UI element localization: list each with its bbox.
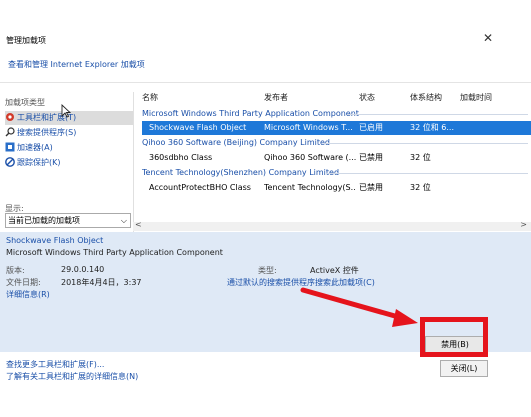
manage-addons-window: 管理加载项 ✕ 查看和管理 Internet Explorer 加载项 加载项类…	[0, 0, 531, 417]
annotation-arrow-icon	[300, 287, 418, 327]
